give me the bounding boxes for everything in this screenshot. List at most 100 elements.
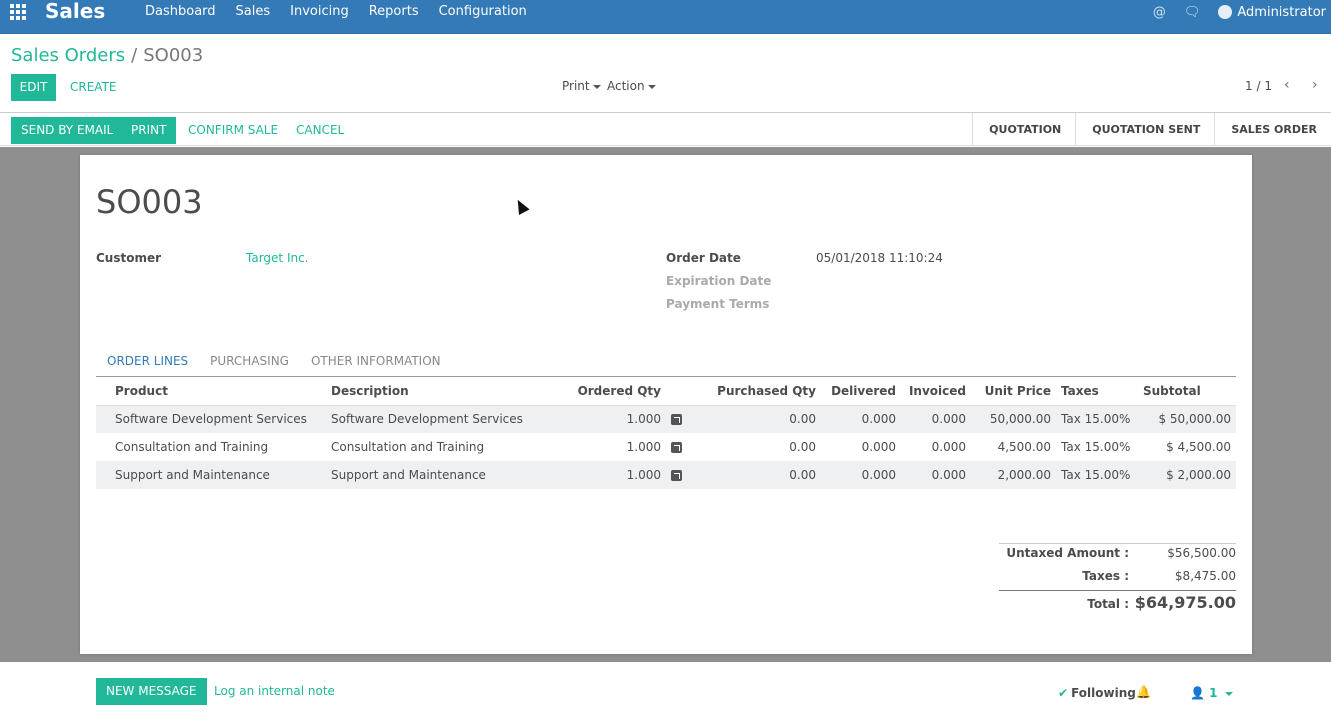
menu-configuration[interactable]: Configuration (429, 0, 537, 24)
order-date-value: 05/01/2018 11:10:24 (816, 251, 943, 265)
edit-button[interactable]: EDIT (11, 74, 56, 101)
chevron-down-icon (647, 84, 656, 89)
stage-quotation-sent[interactable]: QUOTATION SENT (1075, 113, 1214, 146)
breadcrumb-separator: / (131, 45, 138, 66)
payment-terms-label: Payment Terms (666, 297, 770, 311)
following-toggle[interactable]: ✔ Following (1058, 686, 1136, 700)
cell-purchased-qty: 0.00 (789, 440, 816, 454)
cell-subtotal: $ 4,500.00 (1166, 440, 1231, 454)
following-label: Following (1071, 686, 1136, 700)
chevron-down-icon (592, 84, 601, 89)
print-dropdown[interactable]: Print (562, 79, 601, 93)
cell-ordered-qty: 1.000 (551, 405, 661, 433)
taxes-label: Taxes : (1082, 569, 1129, 583)
cell-subtotal: $ 50,000.00 (1134, 405, 1236, 433)
cell-taxes: Tax 15.00% (1051, 461, 1134, 489)
cell-product: Support and Maintenance (96, 461, 331, 489)
col-product[interactable]: Product (96, 377, 331, 406)
app-brand: Sales (45, 0, 106, 23)
col-unit-price[interactable]: Unit Price (966, 377, 1051, 406)
cell-invoiced: 0.000 (896, 405, 966, 433)
top-right-area: @ 🗨 Administrator (1153, 0, 1331, 24)
cell-taxes: Tax 15.00% (1061, 440, 1131, 454)
stage-sales-order[interactable]: SALES ORDER (1214, 113, 1331, 146)
col-subtotal[interactable]: Subtotal (1134, 377, 1236, 406)
untaxed-amount-value: $56,500.00 (1167, 546, 1236, 560)
chat-icon[interactable]: 🗨 (1184, 5, 1201, 20)
cell-purchased-qty: 0.00 (691, 405, 816, 433)
external-link-icon[interactable] (670, 470, 682, 481)
cell-invoiced: 0.000 (896, 461, 966, 489)
menu-reports[interactable]: Reports (359, 0, 429, 24)
totals-divider-bottom (999, 590, 1236, 591)
customer-value[interactable]: Target Inc. (246, 251, 309, 265)
cancel-button[interactable]: CANCEL (286, 117, 354, 144)
cell-invoiced: 0.000 (931, 440, 966, 454)
cell-delivered: 0.000 (816, 461, 896, 489)
tab-order-lines[interactable]: ORDER LINES (96, 353, 199, 377)
col-ordered-qty[interactable]: Ordered Qty (551, 377, 661, 406)
cell-ordered-qty: 1.000 (551, 461, 661, 489)
cell-product: Software Development Services (96, 405, 331, 433)
col-taxes[interactable]: Taxes (1051, 377, 1134, 406)
cell-unit-price: 2,000.00 (966, 461, 1051, 489)
followers-count: 1 (1209, 686, 1218, 700)
cell-ordered-qty: 1.000 (626, 440, 661, 454)
order-date-label: Order Date (666, 251, 741, 265)
external-link-icon[interactable] (670, 414, 682, 426)
col-purchased-qty[interactable]: Purchased Qty (691, 377, 816, 406)
tab-other-information[interactable]: OTHER INFORMATION (300, 353, 452, 377)
action-dropdown[interactable]: Action (607, 79, 656, 93)
user-menu[interactable]: Administrator (1237, 5, 1326, 20)
untaxed-amount-label: Untaxed Amount : (1006, 546, 1129, 560)
check-icon: ✔ (1058, 686, 1069, 700)
col-delivered[interactable]: Delivered (816, 377, 896, 406)
cell-unit-price: 4,500.00 (997, 440, 1051, 454)
bell-icon[interactable]: 🔔 (1136, 685, 1151, 699)
table-row[interactable]: Consultation and Training Consultation a… (96, 433, 1236, 461)
notebook-tabs: ORDER LINES PURCHASING OTHER INFORMATION (96, 353, 452, 377)
stage-quotation[interactable]: QUOTATION (972, 113, 1075, 146)
status-bar: SEND BY EMAIL PRINT CONFIRM SALE CANCEL … (0, 113, 1331, 146)
total-label: Total : (1087, 597, 1129, 611)
menu-sales[interactable]: Sales (226, 0, 281, 24)
col-invoiced[interactable]: Invoiced (896, 377, 966, 406)
table-header-row: Product Description Ordered Qty Purchase… (96, 377, 1236, 406)
total-value: $64,975.00 (1134, 593, 1236, 612)
apps-grid-icon[interactable] (10, 4, 27, 21)
at-mention-icon[interactable]: @ (1153, 5, 1166, 20)
expiration-date-label: Expiration Date (666, 274, 772, 288)
tab-purchasing[interactable]: PURCHASING (199, 353, 300, 377)
print-button[interactable]: PRINT (121, 117, 177, 144)
col-description[interactable]: Description (331, 377, 551, 406)
external-link-icon[interactable] (670, 442, 682, 453)
send-by-email-button[interactable]: SEND BY EMAIL (11, 117, 124, 144)
log-note-button[interactable]: Log an internal note (204, 678, 345, 705)
chevron-down-icon (1224, 691, 1233, 696)
table-row[interactable]: Support and Maintenance Support and Main… (96, 461, 1236, 489)
user-icon: 👤 (1190, 686, 1205, 700)
control-panel: Sales Orders / SO003 EDIT CREATE Print Act… (0, 34, 1331, 113)
create-button[interactable]: CREATE (60, 74, 127, 101)
breadcrumb-parent[interactable]: Sales Orders (11, 45, 125, 66)
cell-purchased-qty: 0.00 (691, 461, 816, 489)
top-menu: Dashboard Sales Invoicing Reports Config… (135, 0, 537, 24)
cell-product: Consultation and Training (115, 440, 269, 454)
action-dropdown-label: Action (607, 79, 645, 93)
pager-value: 1 / 1 (1245, 79, 1272, 93)
breadcrumb-current: SO003 (143, 45, 204, 66)
menu-invoicing[interactable]: Invoicing (280, 0, 359, 24)
table-row[interactable]: Software Development Services Software D… (96, 405, 1236, 433)
pager-next-icon[interactable]: › (1312, 77, 1318, 93)
cell-delivered: 0.000 (816, 405, 896, 433)
user-avatar[interactable] (1218, 5, 1233, 19)
customer-label: Customer (96, 251, 162, 265)
cell-subtotal: $ 2,000.00 (1134, 461, 1236, 489)
totals-divider-top (999, 543, 1236, 544)
followers-dropdown[interactable]: 👤 1 (1190, 686, 1233, 700)
pager-previous-icon[interactable]: ‹ (1284, 77, 1290, 93)
cell-description: Support and Maintenance (331, 461, 551, 489)
confirm-sale-button[interactable]: CONFIRM SALE (178, 117, 288, 144)
new-message-button[interactable]: NEW MESSAGE (96, 678, 207, 705)
menu-dashboard[interactable]: Dashboard (135, 0, 226, 24)
